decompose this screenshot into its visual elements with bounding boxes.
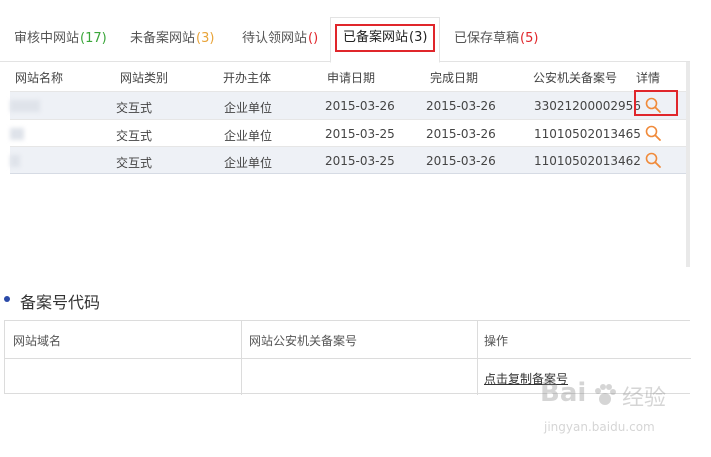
tab-label: 已保存草稿 bbox=[454, 31, 520, 46]
cell-record-no: 33021200002956 bbox=[534, 99, 641, 113]
tab-highlight-box: 已备案网站(3) bbox=[335, 24, 436, 52]
cell-category: 交互式 bbox=[116, 129, 153, 143]
tab-pending-claim[interactable]: 待认领网站() bbox=[242, 24, 318, 62]
cell-apply-date: 2015-03-25 bbox=[325, 154, 395, 168]
watermark-brand: Bai bbox=[540, 378, 587, 408]
search-icon[interactable] bbox=[644, 124, 662, 142]
tab-count: (5) bbox=[520, 31, 539, 46]
tab-reviewing[interactable]: 审核中网站(17) bbox=[14, 24, 107, 62]
col-header-domain: 网站域名 bbox=[13, 334, 62, 348]
col-header-apply-date: 申请日期 bbox=[327, 71, 376, 85]
table-row: 交互式 企业单位 2015-03-26 2015-03-26 330212000… bbox=[10, 91, 688, 119]
baidu-jingyan-watermark: Bai 经验 jingyan.baidu.com bbox=[540, 378, 700, 440]
col-header-action: 操作 bbox=[484, 334, 509, 348]
redacted-site-name bbox=[10, 155, 20, 167]
vertical-scrollbar[interactable] bbox=[686, 62, 690, 267]
tab-unfiled[interactable]: 未备案网站(3) bbox=[130, 24, 214, 62]
tab-drafts[interactable]: 已保存草稿(5) bbox=[454, 24, 538, 62]
tab-label: 审核中网站 bbox=[14, 31, 80, 46]
tab-count: (3) bbox=[196, 31, 215, 46]
col-header-owner: 开办主体 bbox=[223, 71, 272, 85]
cell-record-no: 11010502013465 bbox=[534, 127, 641, 141]
cell-apply-date: 2015-03-26 bbox=[325, 99, 395, 113]
grid-divider bbox=[5, 358, 691, 359]
grid-divider bbox=[241, 321, 242, 395]
table-header: 网站名称 网站类别 开办主体 申请日期 完成日期 公安机关备案号 详情 bbox=[10, 63, 688, 91]
section-bullet bbox=[4, 296, 10, 302]
col-header-record-no: 公安机关备案号 bbox=[533, 71, 618, 85]
tab-label: 未备案网站 bbox=[130, 31, 196, 46]
cell-owner: 企业单位 bbox=[224, 129, 273, 143]
tab-filed[interactable]: 已备案网站(3) bbox=[330, 17, 440, 63]
tab-bar: 审核中网站(17) 未备案网站(3) 待认领网站() 已备案网站(3) 已保存草… bbox=[0, 0, 690, 63]
cell-category: 交互式 bbox=[116, 101, 153, 115]
tab-count: (3) bbox=[409, 30, 428, 45]
search-icon[interactable] bbox=[644, 151, 662, 169]
cell-owner: 企业单位 bbox=[224, 101, 273, 115]
redacted-site-name bbox=[10, 128, 24, 140]
detail-highlight-box bbox=[634, 90, 678, 116]
watermark-brand-cn: 经验 bbox=[622, 386, 667, 411]
watermark-url: jingyan.baidu.com bbox=[544, 420, 655, 434]
cell-apply-date: 2015-03-25 bbox=[325, 127, 395, 141]
cell-category: 交互式 bbox=[116, 156, 153, 170]
cell-owner: 企业单位 bbox=[224, 156, 273, 170]
cell-record-no: 11010502013462 bbox=[534, 154, 641, 168]
section-title: 备案号代码 bbox=[20, 293, 101, 312]
tab-count: () bbox=[308, 31, 319, 46]
tab-label: 待认领网站 bbox=[242, 31, 308, 46]
cell-finish-date: 2015-03-26 bbox=[426, 99, 496, 113]
table-row: 交互式 企业单位 2015-03-25 2015-03-26 110105020… bbox=[10, 119, 688, 147]
tab-count: (17) bbox=[80, 31, 107, 46]
cell-finish-date: 2015-03-26 bbox=[426, 154, 496, 168]
cell-finish-date: 2015-03-26 bbox=[426, 127, 496, 141]
redacted-site-name bbox=[10, 100, 40, 112]
col-header-finish-date: 完成日期 bbox=[430, 71, 479, 85]
paw-icon bbox=[595, 384, 616, 405]
grid-divider bbox=[477, 321, 478, 395]
col-header-name: 网站名称 bbox=[15, 71, 64, 85]
table-row: 交互式 企业单位 2015-03-25 2015-03-26 110105020… bbox=[10, 146, 688, 174]
col-header-police-record-no: 网站公安机关备案号 bbox=[249, 334, 358, 348]
tab-label: 已备案网站 bbox=[343, 30, 409, 45]
col-header-category: 网站类别 bbox=[120, 71, 169, 85]
col-header-detail: 详情 bbox=[636, 71, 661, 85]
